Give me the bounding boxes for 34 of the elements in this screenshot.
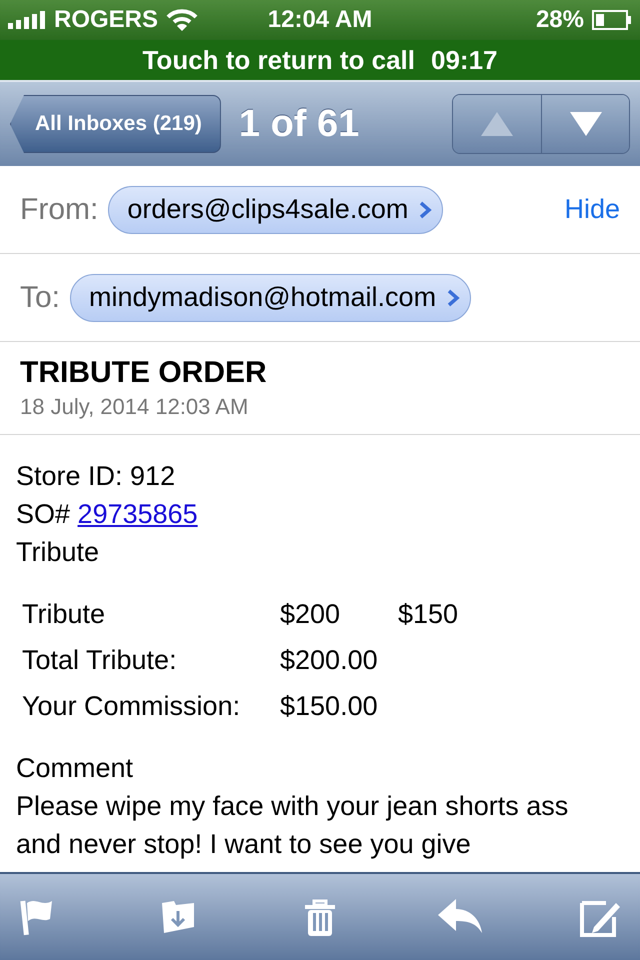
table-cell-text: Your Commission:	[21, 690, 242, 723]
status-time: 12:04 AM	[268, 6, 372, 34]
battery-percent: 28%	[536, 6, 584, 34]
sender-address[interactable]: orders@clips4sale.com	[108, 186, 444, 234]
order-number-label: SO#	[16, 499, 70, 529]
comment-label: Comment	[16, 752, 134, 785]
recipient-address[interactable]: mindymadison@hotmail.com	[70, 274, 472, 322]
signal-icon	[8, 11, 46, 29]
down-arrow-icon	[568, 110, 602, 138]
to-label: To:	[20, 280, 60, 314]
from-label: From:	[20, 192, 98, 226]
wifi-icon	[166, 9, 198, 31]
table-cell-text: Total Tribute:	[21, 644, 178, 677]
next-button[interactable]	[541, 95, 629, 153]
message-position: 1 of 61	[238, 102, 360, 146]
table-cell-text: $150.00	[279, 690, 379, 723]
carrier-name: ROGERS	[54, 6, 158, 34]
hide-link[interactable]: Hide	[564, 194, 620, 225]
table-cell-text: Tribute	[21, 598, 106, 631]
chevron-icon	[418, 200, 432, 220]
table-cell-text: $150	[397, 598, 460, 631]
back-button[interactable]: All Inboxes (219)	[10, 95, 221, 153]
table-cell-text: $200.00	[279, 644, 379, 677]
email-date: 18 July, 2014 12:03 AM	[20, 394, 250, 420]
comment-text: Please wipe my face with your jean shorts ass and never stop! I want to see you give	[16, 790, 570, 861]
return-to-call-banner[interactable]: Touch to return to call 09:17	[0, 40, 640, 80]
email-subject: TRIBUTE ORDER	[20, 356, 268, 390]
up-arrow-icon	[480, 110, 514, 138]
battery-icon	[592, 10, 632, 30]
store-id: Store ID: 912	[16, 460, 176, 493]
order-number-link[interactable]: 29735865	[78, 499, 198, 529]
table-cell-text: $200	[279, 598, 342, 631]
order-type: Tribute	[16, 536, 100, 569]
chevron-icon	[446, 288, 460, 308]
